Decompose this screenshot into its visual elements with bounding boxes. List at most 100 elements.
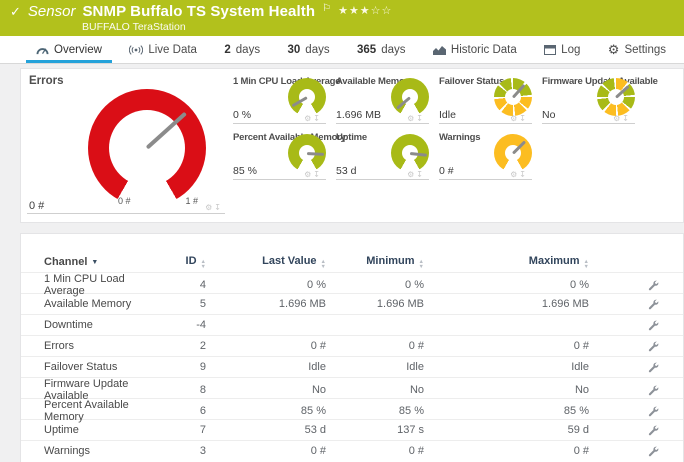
gauge-dial bbox=[288, 78, 326, 116]
tab-live-data[interactable]: Live Data bbox=[119, 36, 207, 63]
gauge-needle bbox=[511, 83, 526, 99]
edit-channel-icon[interactable] bbox=[648, 341, 659, 352]
cell-last: 0 # bbox=[310, 445, 326, 457]
gauge-needle bbox=[145, 111, 187, 150]
col-header-channel[interactable]: Channel ▼ bbox=[44, 256, 161, 268]
cell-last: 0 % bbox=[307, 279, 326, 291]
gauge-tiles: 1 Min CPU Load Average 0 % ⚙↧ Available … bbox=[233, 71, 658, 183]
channel-table-header: Channel ▼ ID ▲ ▼ Last Value ▲ ▼ Minimum ▲ ▼ Max… bbox=[21, 252, 683, 272]
divider bbox=[27, 213, 225, 214]
cell-max: 85 % bbox=[563, 405, 589, 417]
edit-channel-icon[interactable] bbox=[648, 385, 659, 396]
gauge-icon bbox=[36, 48, 49, 55]
cell-max: 0 # bbox=[573, 340, 589, 352]
object-kind-label: Sensor bbox=[27, 3, 76, 20]
tab-bar: Overview Live Data 2 days 30 days 365 days … bbox=[0, 36, 684, 64]
gauge-title: Failover Status bbox=[439, 76, 505, 87]
pin-icon[interactable]: ↧ bbox=[622, 114, 631, 123]
divider bbox=[439, 123, 532, 124]
cell-id: 3 bbox=[199, 445, 206, 457]
col-header-minimum[interactable]: Minimum ▲ ▼ bbox=[326, 255, 424, 269]
gear-icon[interactable]: ⚙ bbox=[510, 114, 519, 123]
parent-device-link[interactable]: BUFFALO TeraStation bbox=[82, 21, 186, 33]
table-row: 1 Min CPU Load Average 4 0 % 0 % 0 % bbox=[21, 272, 683, 297]
pin-icon[interactable]: ↧ bbox=[416, 114, 425, 123]
pin-icon[interactable]: ↧ bbox=[416, 170, 425, 179]
pin-icon[interactable]: ↧ bbox=[313, 114, 322, 123]
gauge-tile: Percent Available Memory 85 % ⚙↧ bbox=[233, 127, 346, 183]
cell-id: 7 bbox=[199, 424, 206, 436]
tab-overview[interactable]: Overview bbox=[26, 36, 112, 63]
gear-icon[interactable]: ⚙ bbox=[613, 114, 622, 123]
edit-channel-icon[interactable] bbox=[648, 320, 659, 331]
gauge-dial bbox=[391, 134, 429, 172]
edit-channel-icon[interactable] bbox=[648, 299, 659, 310]
edit-channel-icon[interactable] bbox=[648, 362, 659, 373]
gauge-value: 85 % bbox=[233, 165, 257, 177]
edit-channel-icon[interactable] bbox=[648, 425, 659, 436]
gauge-value: 0 # bbox=[439, 165, 454, 177]
tab-log[interactable]: Log bbox=[534, 36, 590, 63]
tab-365-days[interactable]: 365 days bbox=[347, 36, 415, 63]
gauge-needle bbox=[291, 95, 308, 108]
gauge-title: Errors bbox=[29, 75, 64, 87]
gear-icon[interactable]: ⚙ bbox=[304, 170, 313, 179]
edit-channel-icon[interactable] bbox=[648, 280, 659, 291]
cell-min: 137 s bbox=[397, 424, 424, 436]
cell-last: No bbox=[311, 384, 326, 396]
cell-min: 1.696 MB bbox=[376, 298, 424, 310]
table-row: Firmware Update Available 8 No No No bbox=[21, 377, 683, 402]
tab-30-days[interactable]: 30 days bbox=[278, 36, 340, 63]
cell-max: 59 d bbox=[567, 424, 589, 436]
pin-icon[interactable]: ↧ bbox=[313, 170, 322, 179]
gear-icon[interactable]: ⚙ bbox=[407, 114, 416, 123]
col-header-last-value[interactable]: Last Value ▲ ▼ bbox=[206, 255, 326, 269]
gauge-needle bbox=[306, 151, 325, 156]
cell-id: 8 bbox=[199, 384, 206, 396]
gauge-title: Uptime bbox=[336, 132, 367, 143]
cell-min: No bbox=[409, 384, 424, 396]
priority-stars[interactable]: ★★★☆☆ bbox=[338, 4, 392, 17]
gauge-dial bbox=[391, 78, 429, 116]
cell-last: 85 % bbox=[300, 405, 326, 417]
gear-icon[interactable]: ⚙ bbox=[205, 203, 214, 212]
cell-id: 2 bbox=[199, 340, 206, 352]
gauge-tile: Available Memory 1.696 MB ⚙↧ bbox=[336, 71, 439, 127]
tab-settings[interactable]: ⚙ Settings bbox=[598, 36, 676, 63]
gauge-needle bbox=[409, 151, 428, 157]
gauge-needle bbox=[614, 84, 630, 99]
cell-channel: Failover Status bbox=[44, 361, 118, 373]
cell-id: 6 bbox=[199, 405, 206, 417]
gear-icon[interactable]: ⚙ bbox=[407, 170, 416, 179]
divider bbox=[439, 179, 532, 180]
tab-2-days[interactable]: 2 days bbox=[214, 36, 270, 63]
gear-icon: ⚙ bbox=[607, 42, 620, 57]
edit-channel-icon[interactable] bbox=[648, 446, 659, 457]
tab-historic-data[interactable]: Historic Data bbox=[423, 36, 527, 63]
pin-icon[interactable]: ↧ bbox=[519, 170, 528, 179]
prtg-sensor-page: ✓ Sensor SNMP Buffalo TS System Health ⚐… bbox=[0, 0, 684, 462]
pin-icon[interactable]: ↧ bbox=[519, 114, 528, 123]
sort-icon: ▲ ▼ bbox=[583, 259, 589, 270]
pin-icon[interactable]: ↧ bbox=[214, 203, 223, 212]
cell-last: Idle bbox=[308, 361, 326, 373]
col-header-maximum[interactable]: Maximum ▲ ▼ bbox=[424, 255, 589, 269]
gauge-dial bbox=[288, 134, 326, 172]
cell-last: 1.696 MB bbox=[278, 298, 326, 310]
edit-channel-icon[interactable] bbox=[648, 406, 659, 417]
gauge-value: 1.696 MB bbox=[336, 109, 381, 121]
gauge-dial bbox=[597, 78, 635, 116]
gear-icon[interactable]: ⚙ bbox=[304, 114, 313, 123]
sort-caret-icon: ▼ bbox=[91, 259, 99, 266]
cell-channel: Uptime bbox=[44, 424, 79, 436]
page-title: SNMP Buffalo TS System Health bbox=[82, 3, 316, 20]
col-header-id[interactable]: ID ▲ ▼ bbox=[161, 255, 206, 269]
gear-icon[interactable]: ⚙ bbox=[510, 170, 519, 179]
divider bbox=[542, 123, 635, 124]
cell-min: 85 % bbox=[398, 405, 424, 417]
gauge-title: 1 Min CPU Load Average bbox=[233, 76, 341, 87]
gauge-value: 0 % bbox=[233, 109, 252, 121]
cell-id: 5 bbox=[199, 298, 206, 310]
gauge-value: Idle bbox=[439, 109, 456, 121]
errors-gauge-tile: Errors 0 # 1 # 0 # ⚙↧ bbox=[21, 69, 233, 222]
